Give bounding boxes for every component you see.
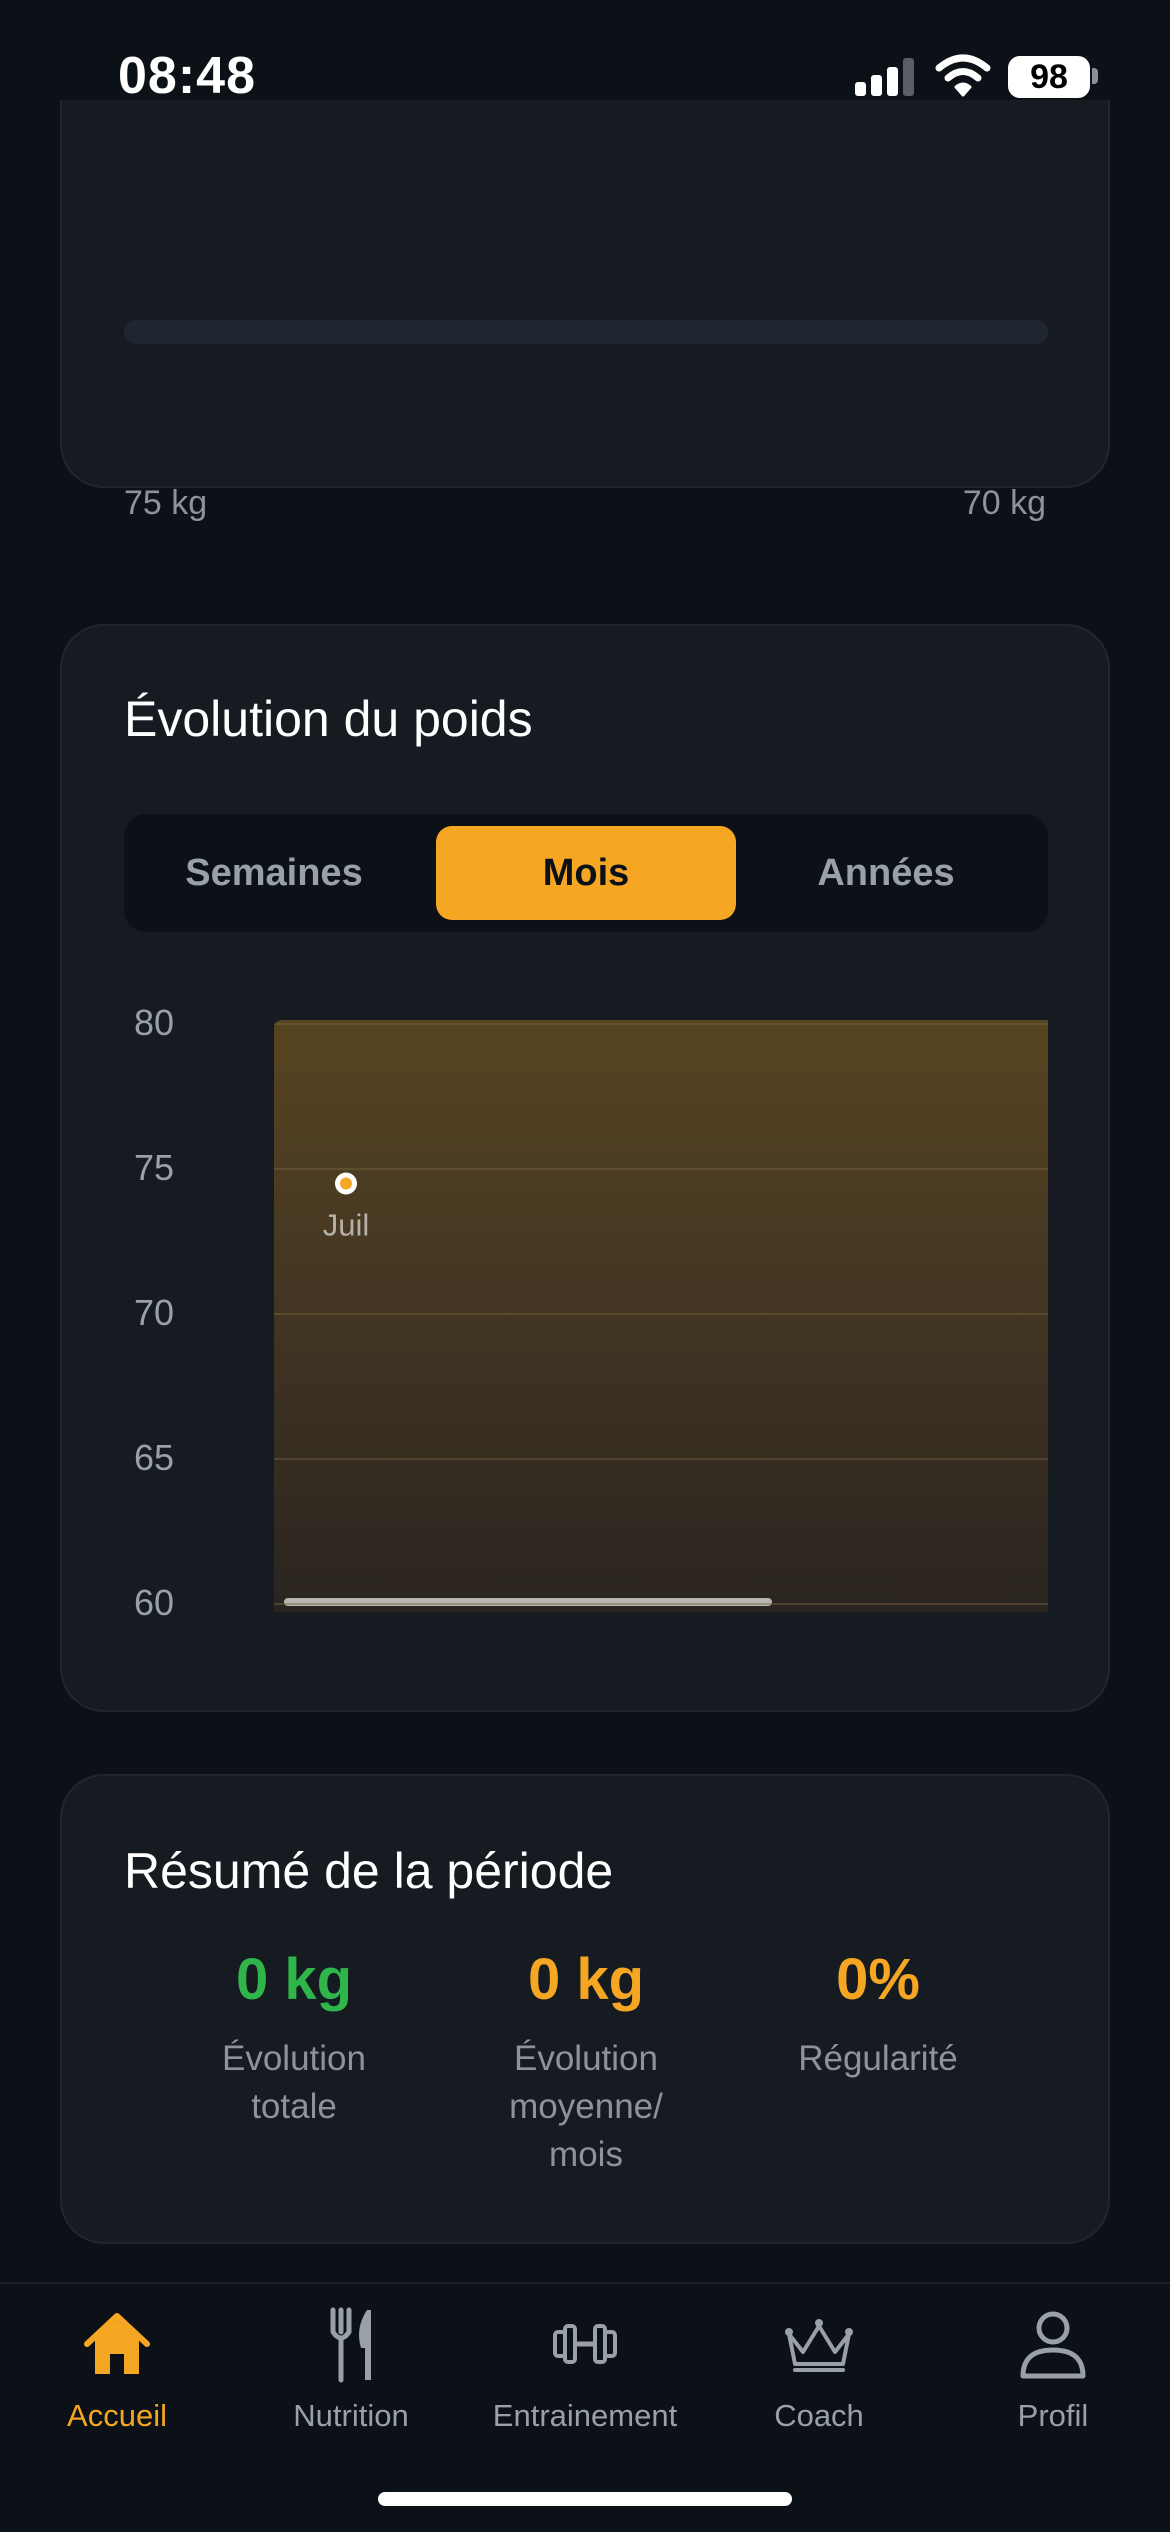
period-summary-card: Résumé de la période 0 kg Évolution tota… [60,1774,1110,2244]
stat-label-line: mois [549,2135,623,2174]
tab-accueil[interactable]: Accueil [0,2304,234,2454]
stat-label: Évolution totale [144,2035,444,2131]
grid-line [274,1313,1048,1315]
goal-progress-bar [124,320,1048,344]
grid-line [274,1023,1048,1025]
dumbbell-icon [553,2324,617,2364]
stat-regularity: 0% Régularité [728,1946,1028,2083]
stat-value: 0 kg [235,1947,353,2012]
screen: 08:48 98 75 kg 70 kg Évolution du poids … [0,0,1170,2532]
stat-label-line: Évolution [514,2039,658,2078]
tab-coach[interactable]: Coach [702,2304,936,2454]
tab-label: Accueil [67,2398,167,2433]
period-segmented-control: Semaines Mois Années [124,814,1048,932]
y-tick-label: 60 [134,1582,175,1623]
y-tick-label: 65 [134,1437,175,1478]
tab-label: Entrainement [492,2398,678,2433]
grid-line [274,1458,1048,1460]
crown-icon [785,2319,853,2372]
fork-knife-icon [330,2307,371,2383]
tab-profil[interactable]: Profil [936,2304,1170,2454]
stat-label-line: Évolution [222,2039,366,2078]
tab-nutrition[interactable]: Nutrition [234,2304,468,2454]
segment-years[interactable]: Années [736,826,1036,920]
stat-total-evolution: 0 kg Évolution totale [144,1946,444,2131]
stat-average-evolution: 0 kg Évolution moyenne/ mois [436,1946,736,2179]
tab-label: Nutrition [293,2398,409,2433]
tab-label: Profil [1017,2398,1089,2433]
tab-label: Coach [774,2398,864,2433]
battery-tip [1092,68,1098,84]
tab-entrainement[interactable]: Entrainement [468,2304,702,2454]
stat-label: Évolution moyenne/ mois [436,2035,736,2179]
weight-chart[interactable]: Juil 80 75 70 65 60 [124,982,1048,1623]
y-tick-label: 80 [134,1002,175,1043]
battery-indicator: 98 [1008,56,1090,98]
target-weight-label: 70 kg [962,484,1046,522]
stat-value: 0 kg [527,1947,645,2012]
wifi-icon [935,54,991,97]
x-tick-label: Juil [323,1208,370,1243]
person-icon [1020,2311,1086,2379]
grid-line [274,1603,1048,1605]
start-weight-label: 75 kg [124,484,208,522]
stat-value: 0% [836,1947,920,2012]
home-indicator [378,2492,792,2506]
weight-evolution-card: Évolution du poids Semaines Mois Années … [60,624,1110,1712]
home-icon [84,2313,150,2374]
chart-svg: Juil [323,1172,370,1243]
segment-months[interactable]: Mois [436,826,736,920]
stat-label-line: Régularité [798,2039,958,2078]
y-tick-label: 75 [134,1147,175,1188]
y-tick-label: 70 [134,1292,175,1333]
segment-weeks[interactable]: Semaines [124,826,424,920]
card-title: Évolution du poids [124,691,533,747]
data-point-core [340,1177,352,1190]
stat-label-line: moyenne/ [509,2087,663,2126]
cellular-signal-icon [855,58,915,96]
summary-title: Résumé de la période [124,1843,614,1899]
grid-line [274,1168,1048,1170]
weight-goal-card: 75 kg 70 kg [60,100,1110,522]
stat-label: Régularité [728,2035,1028,2083]
stat-label-line: totale [251,2087,337,2126]
status-time: 08:48 [118,47,256,105]
